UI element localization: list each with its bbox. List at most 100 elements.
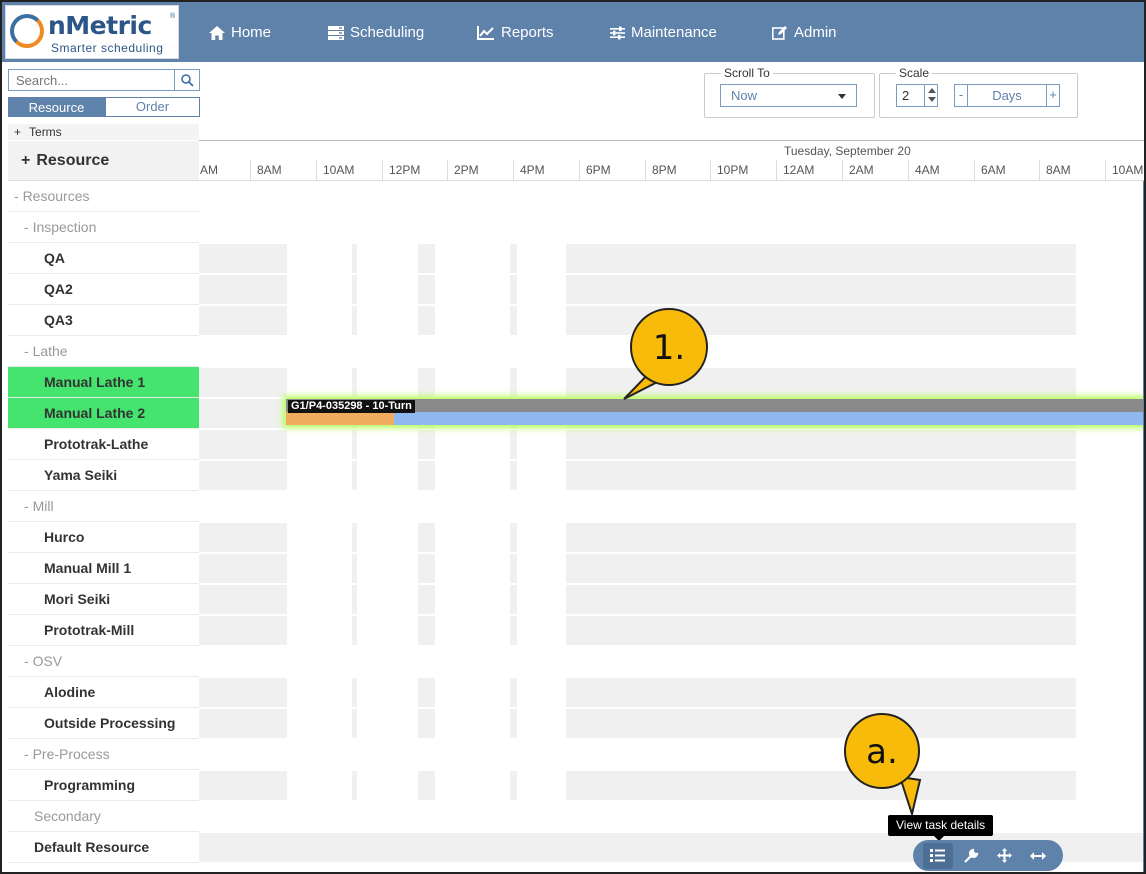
tree-group-lathe[interactable]: - Lathe <box>8 336 199 367</box>
tree-item-manual-lathe-1[interactable]: Manual Lathe 1 <box>8 367 199 398</box>
collapse-icon[interactable]: - <box>14 188 23 204</box>
tree-item-qa3[interactable]: QA3 <box>8 305 199 336</box>
tree-label: QA3 <box>44 312 73 328</box>
gantt-row[interactable] <box>199 584 1144 615</box>
timeline-hour-label: 6AM <box>974 160 1039 181</box>
nav-maintenance[interactable]: Maintenance <box>610 24 717 41</box>
downtime-block <box>418 585 435 614</box>
gantt-row[interactable] <box>199 801 1144 832</box>
gantt-row[interactable] <box>199 460 1144 491</box>
downtime-block <box>566 430 1076 459</box>
nav-admin[interactable]: Admin <box>772 24 837 41</box>
downtime-block <box>510 678 517 707</box>
nav-home[interactable]: Home <box>209 24 271 41</box>
downtime-block <box>352 461 357 490</box>
tree-group-resources[interactable]: - Resources <box>8 181 199 212</box>
scale-increase-button[interactable]: + <box>1046 84 1060 107</box>
downtime-block <box>199 523 287 552</box>
tree-item-manual-mill-1[interactable]: Manual Mill 1 <box>8 553 199 584</box>
downtime-block <box>418 461 435 490</box>
tree-group-inspection[interactable]: - Inspection <box>8 212 199 243</box>
tree-group-pre-process[interactable]: - Pre-Process <box>8 739 199 770</box>
gantt-row[interactable] <box>199 212 1144 243</box>
resource-column-header[interactable]: + Resource <box>8 141 199 181</box>
scroll-to-legend: Scroll To <box>721 66 773 80</box>
scale-spinner[interactable] <box>924 84 938 107</box>
gantt-row[interactable] <box>199 243 1144 274</box>
resource-header-label: Resource <box>36 152 110 169</box>
tree-item-prototrak-lathe[interactable]: Prototrak-Lathe <box>8 429 199 460</box>
downtime-block <box>418 771 435 800</box>
nmetric-logo[interactable]: nMetric ® Smarter scheduling <box>5 5 179 59</box>
gantt-row[interactable] <box>199 739 1144 770</box>
tree-item-hurco[interactable]: Hurco <box>8 522 199 553</box>
tree-item-prototrak-mill[interactable]: Prototrak-Mill <box>8 615 199 646</box>
collapse-icon[interactable]: - <box>24 746 33 762</box>
downtime-block <box>199 244 287 273</box>
server-icon <box>328 25 344 40</box>
gantt-row[interactable] <box>199 274 1144 305</box>
tree-item-default-resource[interactable]: Default Resource <box>8 832 199 863</box>
gantt-row[interactable] <box>199 522 1144 553</box>
scale-unit-field[interactable]: Days <box>968 84 1046 107</box>
resize-task-button[interactable] <box>1023 843 1053 869</box>
list-icon <box>930 849 946 862</box>
nav-reports[interactable]: Reports <box>477 24 554 41</box>
terms-toggle[interactable]: + Terms <box>8 124 199 140</box>
view-task-details-button[interactable] <box>922 842 953 869</box>
collapse-icon[interactable]: - <box>24 498 33 514</box>
timeline-hour-label: 8AM <box>1039 160 1104 181</box>
gantt-row[interactable] <box>199 553 1144 584</box>
gantt-chart[interactable] <box>199 181 1144 872</box>
tree-item-programming[interactable]: Programming <box>8 770 199 801</box>
collapse-icon[interactable]: - <box>24 653 33 669</box>
nav-scheduling[interactable]: Scheduling <box>328 24 424 41</box>
gantt-row[interactable] <box>199 677 1144 708</box>
tree-item-mori-seiki[interactable]: Mori Seiki <box>8 584 199 615</box>
tree-item-alodine[interactable]: Alodine <box>8 677 199 708</box>
downtime-block <box>199 771 287 800</box>
collapse-icon[interactable]: - <box>24 343 33 359</box>
downtime-block <box>510 523 517 552</box>
gantt-row[interactable] <box>199 181 1144 212</box>
maintenance-button[interactable] <box>956 843 986 869</box>
downtime-block <box>510 368 517 397</box>
scale-group: Scale 2 - Days + <box>879 66 1078 118</box>
scale-decrease-button[interactable]: - <box>954 84 968 107</box>
task-progress-fill <box>286 412 394 425</box>
move-task-button[interactable] <box>990 843 1020 869</box>
line-chart-icon <box>477 25 494 40</box>
spin-down-icon[interactable] <box>928 97 936 102</box>
tree-group-mill[interactable]: - Mill <box>8 491 199 522</box>
search-button[interactable] <box>174 69 200 91</box>
gantt-row[interactable] <box>199 429 1144 460</box>
collapse-icon[interactable]: - <box>24 219 33 235</box>
tree-group-osv[interactable]: - OSV <box>8 646 199 677</box>
downtime-block <box>510 275 517 304</box>
tab-order[interactable]: Order <box>105 97 200 117</box>
gantt-row[interactable] <box>199 708 1144 739</box>
downtime-block <box>510 306 517 335</box>
plus-icon: + <box>21 152 31 169</box>
gantt-row[interactable] <box>199 615 1144 646</box>
downtime-block <box>566 523 1076 552</box>
tree-item-yama-seiki[interactable]: Yama Seiki <box>8 460 199 491</box>
tree-label: Alodine <box>44 684 96 700</box>
gantt-row[interactable] <box>199 646 1144 677</box>
downtime-block <box>352 771 357 800</box>
tree-item-outside-processing[interactable]: Outside Processing <box>8 708 199 739</box>
chevron-down-icon <box>838 94 846 99</box>
tab-resource[interactable]: Resource <box>8 97 105 117</box>
tree-item-qa2[interactable]: QA2 <box>8 274 199 305</box>
scroll-to-group: Scroll To Now <box>704 66 875 118</box>
tree-item-qa[interactable]: QA <box>8 243 199 274</box>
search-input[interactable] <box>8 69 175 91</box>
tree-item-secondary[interactable]: Secondary <box>8 801 199 832</box>
downtime-block <box>418 678 435 707</box>
scroll-to-select[interactable]: Now <box>720 84 857 107</box>
spin-up-icon[interactable] <box>928 88 936 93</box>
gantt-row[interactable] <box>199 491 1144 522</box>
tree-item-manual-lathe-2[interactable]: Manual Lathe 2 <box>8 398 199 429</box>
downtime-block <box>566 678 1076 707</box>
gantt-row[interactable] <box>199 770 1144 801</box>
